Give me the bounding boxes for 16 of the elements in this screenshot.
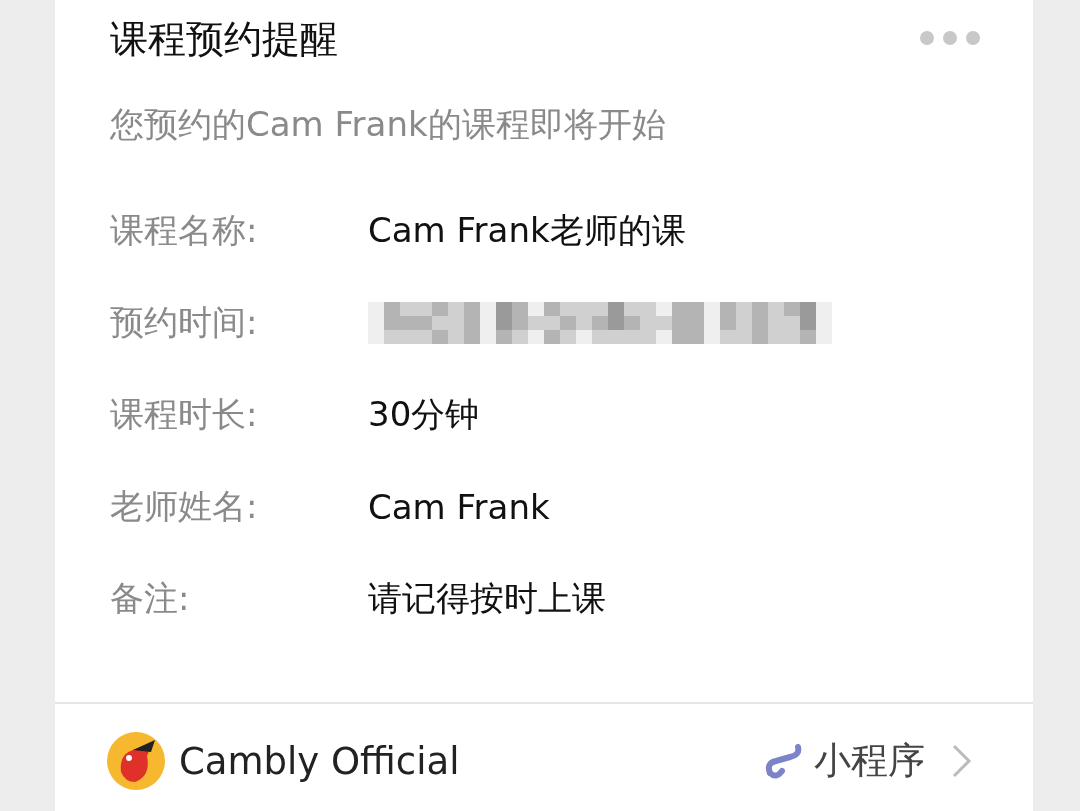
field-label: 老师姓名:: [110, 485, 259, 528]
field-value: Cam Frank老师的课: [368, 209, 686, 252]
more-icon[interactable]: [919, 30, 981, 46]
card-subtitle: 您预约的Cam Frank的课程即将开始: [110, 103, 667, 146]
field-label: 课程名称:: [110, 209, 259, 252]
field-value: 请记得按时上课: [368, 577, 606, 620]
field-value: 30分钟: [368, 393, 480, 436]
chevron-icon[interactable]: [951, 743, 973, 779]
card-title: 课程预约提醒: [110, 16, 339, 63]
mini-program-label: 小程序: [814, 738, 925, 784]
field-label: 课程时长:: [110, 393, 259, 436]
field-label: 备注:: [110, 577, 191, 620]
field-value: Cam Frank: [368, 487, 550, 527]
field-label: 预约时间:: [110, 301, 259, 344]
bird-avatar-icon: [107, 732, 165, 790]
account-name[interactable]: Cambly Official: [179, 739, 762, 783]
